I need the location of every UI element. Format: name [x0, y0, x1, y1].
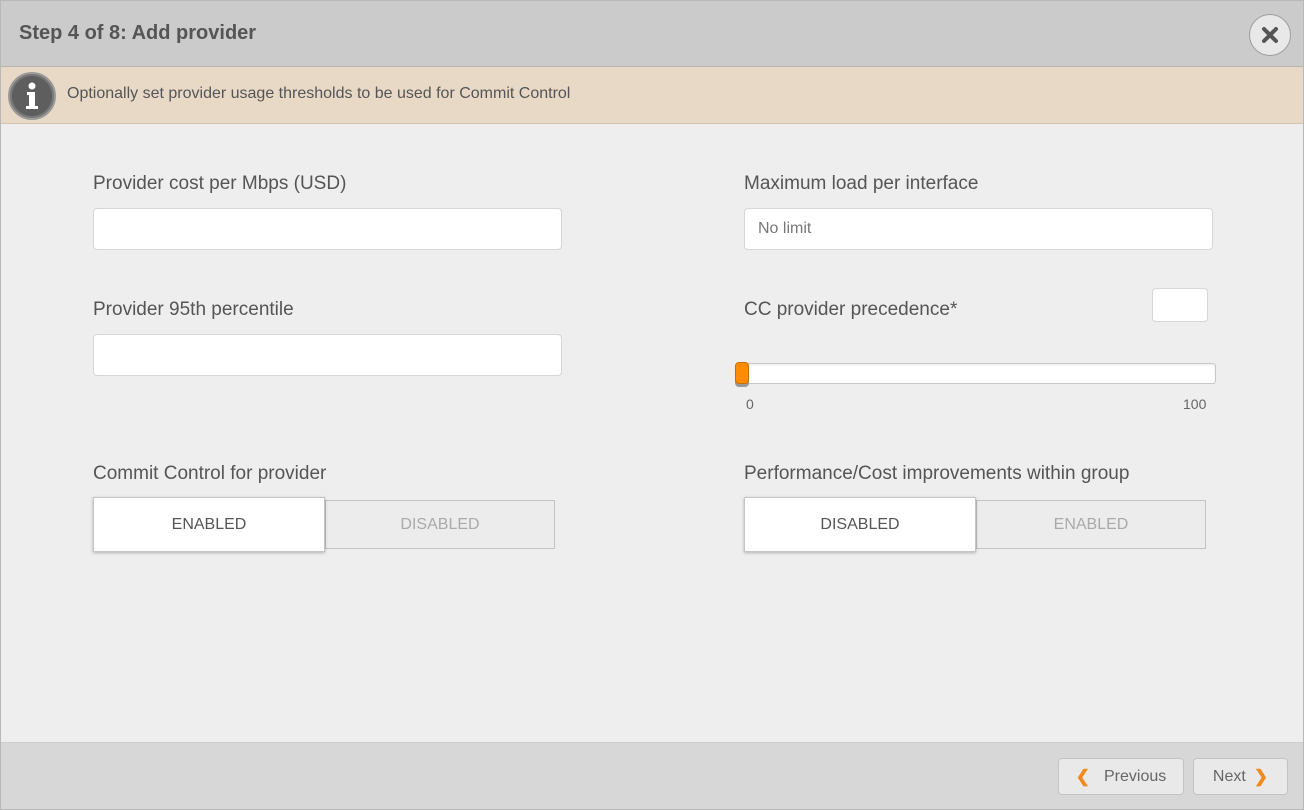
chevron-right-icon: ❯	[1253, 766, 1269, 786]
info-banner: Optionally set provider usage thresholds…	[1, 67, 1303, 124]
max-load-input[interactable]	[744, 208, 1213, 250]
close-icon	[1262, 27, 1278, 43]
chevron-left-icon: ❮	[1075, 766, 1090, 786]
previous-button-label: Previous	[1104, 767, 1167, 785]
dialog-title: Step 4 of 8: Add provider	[19, 22, 257, 44]
perf-cost-disabled-option[interactable]: DISABLED	[744, 497, 976, 552]
slider-min-label: 0	[746, 396, 754, 412]
precedence-label: CC provider precedence*	[744, 299, 958, 320]
slider-max-label: 100	[1183, 396, 1207, 412]
next-button[interactable]: Next ❯	[1193, 758, 1288, 795]
commit-control-label: Commit Control for provider	[93, 463, 327, 484]
commit-control-disabled-option[interactable]: DISABLED	[325, 500, 555, 549]
info-icon	[8, 72, 56, 120]
percentile-95-input[interactable]	[93, 334, 562, 376]
cost-per-mbps-input[interactable]	[93, 208, 562, 250]
close-button[interactable]	[1249, 14, 1291, 56]
perf-cost-enabled-option[interactable]: ENABLED	[976, 500, 1206, 549]
precedence-slider-handle[interactable]	[735, 362, 749, 384]
precedence-input[interactable]	[1152, 288, 1208, 322]
percentile-95-label: Provider 95th percentile	[93, 299, 294, 320]
previous-button[interactable]: ❮ Previous	[1058, 758, 1184, 795]
max-load-label: Maximum load per interface	[744, 173, 979, 194]
precedence-slider[interactable]	[735, 362, 1216, 384]
cost-per-mbps-label: Provider cost per Mbps (USD)	[93, 173, 347, 194]
dialog-footer: ❮ Previous Next ❯	[1, 742, 1303, 809]
add-provider-dialog: Step 4 of 8: Add provider Optionally set…	[0, 0, 1304, 810]
info-message: Optionally set provider usage thresholds…	[67, 85, 571, 102]
next-button-label: Next	[1212, 767, 1246, 785]
dialog-header: Step 4 of 8: Add provider	[1, 1, 1303, 67]
commit-control-enabled-option[interactable]: ENABLED	[93, 497, 325, 552]
perf-cost-label: Performance/Cost improvements within gro…	[744, 463, 1130, 484]
